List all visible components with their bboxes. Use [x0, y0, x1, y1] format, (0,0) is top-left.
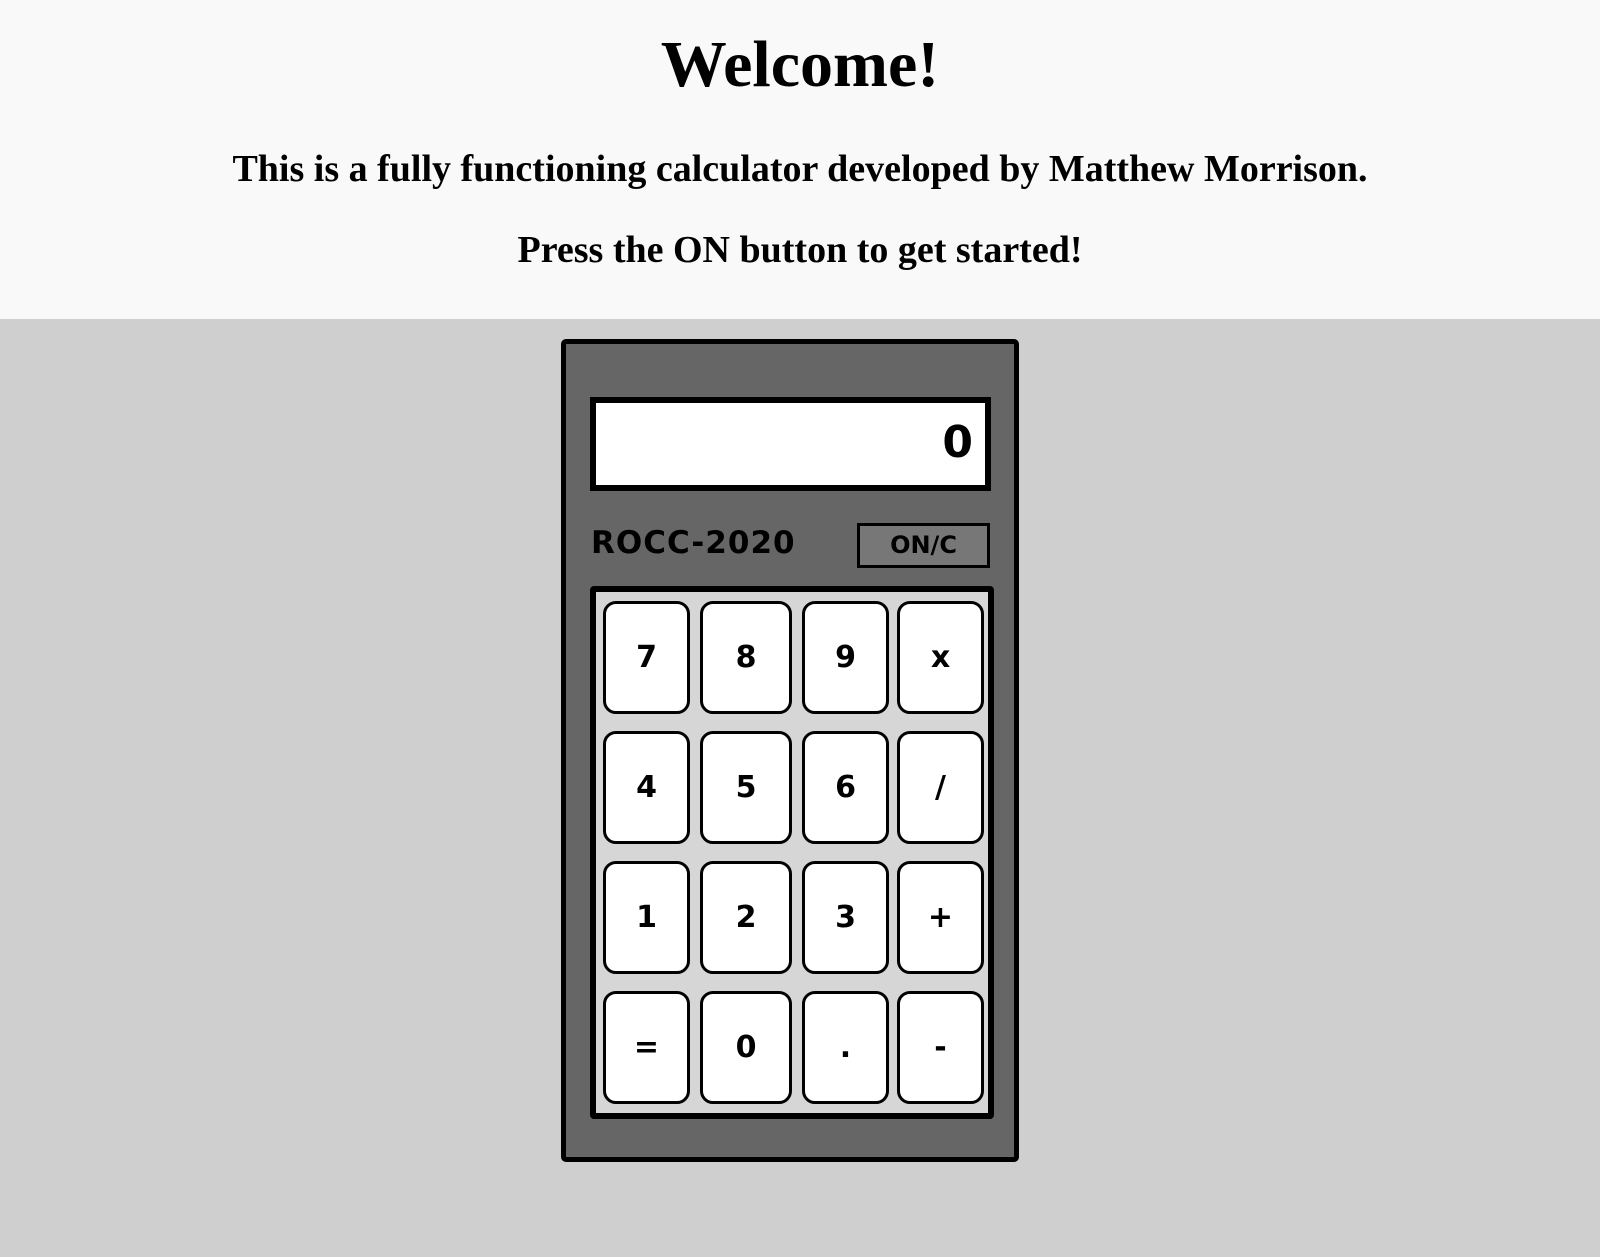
key-0[interactable]: 0 — [700, 991, 792, 1104]
instruction-text: Press the ON button to get started! — [517, 229, 1083, 271]
key-7[interactable]: 7 — [603, 601, 690, 714]
key-plus[interactable]: + — [897, 861, 984, 974]
key-minus[interactable]: - — [897, 991, 984, 1104]
key-8[interactable]: 8 — [700, 601, 792, 714]
key-9[interactable]: 9 — [802, 601, 889, 714]
key-6[interactable]: 6 — [802, 731, 889, 844]
key-3[interactable]: 3 — [802, 861, 889, 974]
key-decimal[interactable]: . — [802, 991, 889, 1104]
welcome-header: Welcome! This is a fully functioning cal… — [0, 0, 1600, 319]
calculator-display: 0 — [590, 397, 991, 491]
key-4[interactable]: 4 — [603, 731, 690, 844]
key-5[interactable]: 5 — [700, 731, 792, 844]
intro-text: This is a fully functioning calculator d… — [232, 148, 1368, 190]
page-title: Welcome! — [660, 28, 940, 101]
key-2[interactable]: 2 — [700, 861, 792, 974]
on-clear-button[interactable]: ON/C — [857, 523, 990, 568]
key-divide[interactable]: / — [897, 731, 984, 844]
key-1[interactable]: 1 — [603, 861, 690, 974]
key-multiply[interactable]: x — [897, 601, 984, 714]
calculator-brand: ROCC-2020 — [591, 525, 796, 561]
display-value: 0 — [942, 417, 973, 468]
key-equals[interactable]: = — [603, 991, 690, 1104]
